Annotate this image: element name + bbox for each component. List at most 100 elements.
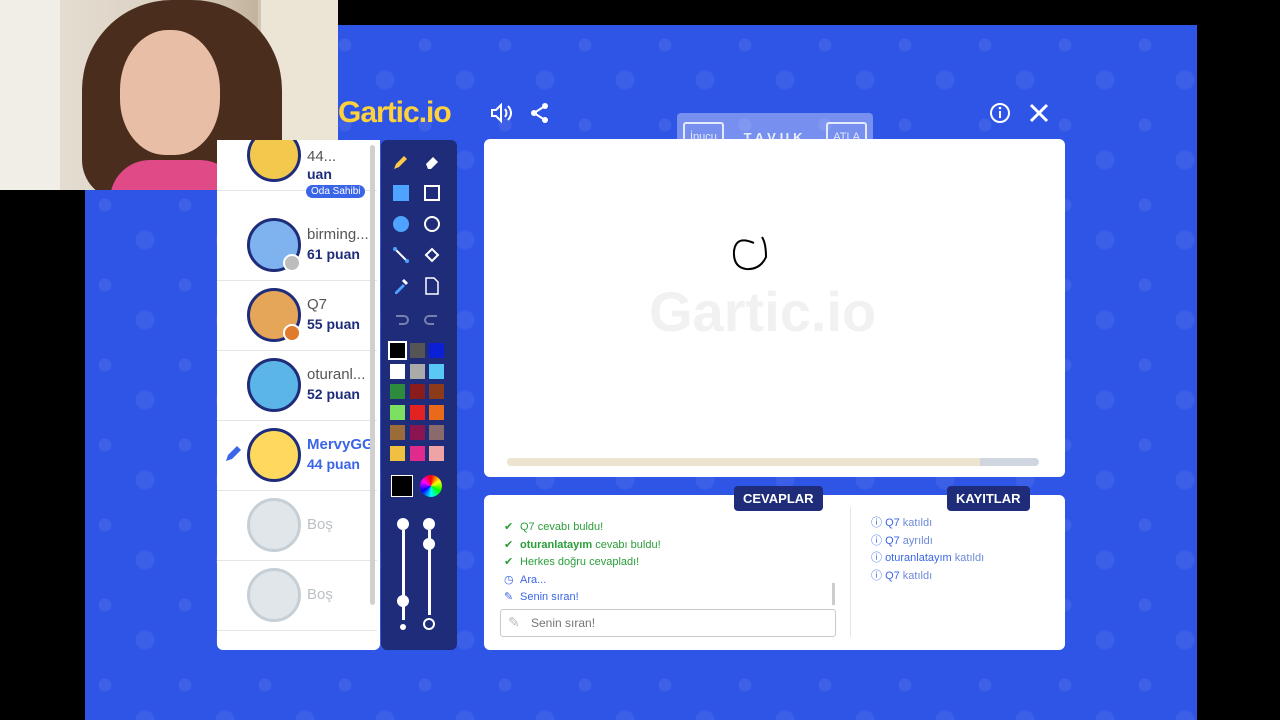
color-swatch[interactable]	[429, 404, 444, 420]
room-owner-badge: Oda Sahibi	[306, 185, 366, 198]
min-size-indicator	[400, 624, 406, 630]
message-text: cevabı buldu!	[592, 538, 661, 551]
color-picker-icon[interactable]	[420, 475, 442, 497]
eyedropper-icon[interactable]	[389, 274, 413, 298]
player-name: MervyGG	[307, 436, 374, 453]
current-color-swatch	[391, 475, 413, 497]
player-score: 61 puan	[307, 246, 360, 262]
empty-slot-label: Boş	[307, 516, 333, 533]
record-player: Q7	[885, 569, 900, 582]
answers-scrollbar[interactable]	[832, 583, 835, 605]
webcam-person-face	[120, 30, 220, 155]
color-swatch[interactable]	[409, 445, 425, 461]
brush-size-knob[interactable]	[397, 595, 409, 607]
color-swatch[interactable]	[409, 404, 425, 420]
info-icon: ⓘ	[871, 552, 886, 564]
answers-panel: CEVAPLAR KAYITLAR ✔ Q7 cevabı buldu! ✔ otur…	[484, 486, 1065, 650]
brush-size-knob[interactable]	[397, 518, 409, 530]
answer-input-box[interactable]: ✎	[500, 609, 836, 637]
close-icon[interactable]	[1026, 100, 1052, 126]
record-action: katıldı	[951, 552, 985, 564]
player-row[interactable]: MervyGG 44 puan	[217, 420, 377, 491]
empty-slot: Boş	[217, 490, 377, 561]
pencil-icon: ✎	[504, 591, 514, 603]
fill-bucket-icon[interactable]	[420, 243, 444, 267]
color-swatch[interactable]	[390, 404, 405, 420]
color-swatch[interactable]	[390, 425, 405, 440]
answer-input[interactable]	[529, 615, 823, 631]
player-score: 52 puan	[307, 386, 360, 402]
color-swatch[interactable]	[429, 343, 444, 358]
check-icon: ✔	[504, 538, 514, 551]
color-swatch[interactable]	[409, 343, 425, 358]
rectangle-outline-icon[interactable]	[420, 181, 444, 205]
avatar	[247, 140, 301, 182]
check-icon: ✔	[504, 521, 514, 533]
opacity-knob[interactable]	[423, 538, 435, 550]
color-swatch[interactable]	[429, 425, 444, 440]
opacity-knob[interactable]	[423, 518, 435, 530]
color-swatch[interactable]	[429, 363, 444, 379]
message-subject: Senin sıran!	[520, 591, 579, 603]
drawing-canvas[interactable]: Gartic.io	[484, 139, 1065, 477]
sketch-stroke	[732, 236, 768, 271]
color-swatch[interactable]	[390, 363, 405, 379]
pencil-icon[interactable]	[389, 150, 413, 174]
filled-rectangle-icon[interactable]	[389, 181, 413, 205]
answer-message: ✔ oturanlatayım cevabı buldu!	[504, 538, 661, 551]
message-subject: Herkes doğru cevapladı!	[520, 556, 640, 568]
circle-outline-icon[interactable]	[420, 212, 444, 236]
clock-icon: ◷	[504, 573, 514, 586]
player-name: 44...	[307, 148, 337, 165]
player-score: 55 puan	[307, 316, 360, 332]
player-row[interactable]: oturanl... 52 puan	[217, 350, 377, 421]
panel-divider	[850, 507, 851, 637]
player-score: 44 puan	[307, 456, 360, 472]
color-swatch[interactable]	[390, 384, 405, 399]
color-swatch[interactable]	[390, 445, 405, 461]
record-action: ayrıldı	[899, 534, 933, 547]
new-page-icon[interactable]	[420, 274, 444, 298]
color-swatch[interactable]	[409, 384, 425, 399]
player-name: Q7	[307, 296, 328, 313]
player-row[interactable]: birming... 61 puan	[217, 210, 377, 281]
speaker-icon[interactable]	[488, 100, 514, 126]
record-entry: ⓘ Q7 katıldı	[871, 567, 932, 583]
line-icon[interactable]	[389, 243, 413, 267]
check-icon: ✔	[504, 556, 514, 568]
color-swatch[interactable]	[388, 341, 407, 360]
info-icon[interactable]	[987, 100, 1013, 126]
player-score: uan	[307, 166, 332, 182]
record-player: Q7	[885, 517, 900, 529]
drawing-toolbar	[381, 140, 457, 650]
max-size-indicator	[423, 618, 435, 630]
share-icon[interactable]	[527, 100, 553, 126]
color-swatch[interactable]	[409, 425, 425, 440]
record-entry: ⓘ oturanlatayım katıldı	[871, 549, 984, 565]
answer-message: ✔ Herkes doğru cevapladı!	[504, 555, 639, 568]
info-icon: ⓘ	[871, 517, 886, 529]
webcam-wall	[0, 0, 60, 190]
empty-avatar-icon	[247, 568, 301, 622]
color-swatch[interactable]	[429, 445, 444, 461]
eraser-icon[interactable]	[420, 150, 444, 174]
tab-records[interactable]: KAYITLAR	[947, 486, 1030, 511]
empty-slot: Boş	[217, 560, 377, 631]
empty-avatar-icon	[247, 498, 301, 552]
undo-icon[interactable]	[389, 305, 413, 329]
pencil-icon: ✎	[508, 614, 520, 630]
color-swatch[interactable]	[409, 363, 425, 379]
player-list-scrollbar[interactable]	[370, 145, 375, 605]
player-row[interactable]: Q7 55 puan	[217, 280, 377, 351]
filled-circle-icon[interactable]	[389, 212, 413, 236]
player-name: birming...	[307, 226, 369, 243]
tab-answers[interactable]: CEVAPLAR	[734, 486, 823, 511]
status-dot	[283, 254, 301, 272]
avatar	[247, 358, 301, 412]
answer-message: ◷ Ara...	[504, 573, 546, 586]
drawing-pencil-icon	[223, 444, 243, 469]
message-subject: oturanlatayım	[520, 538, 593, 551]
color-swatch[interactable]	[429, 384, 444, 399]
redo-icon[interactable]	[420, 305, 444, 329]
player-row[interactable]: 44... uan Oda Sahibi	[217, 140, 377, 198]
